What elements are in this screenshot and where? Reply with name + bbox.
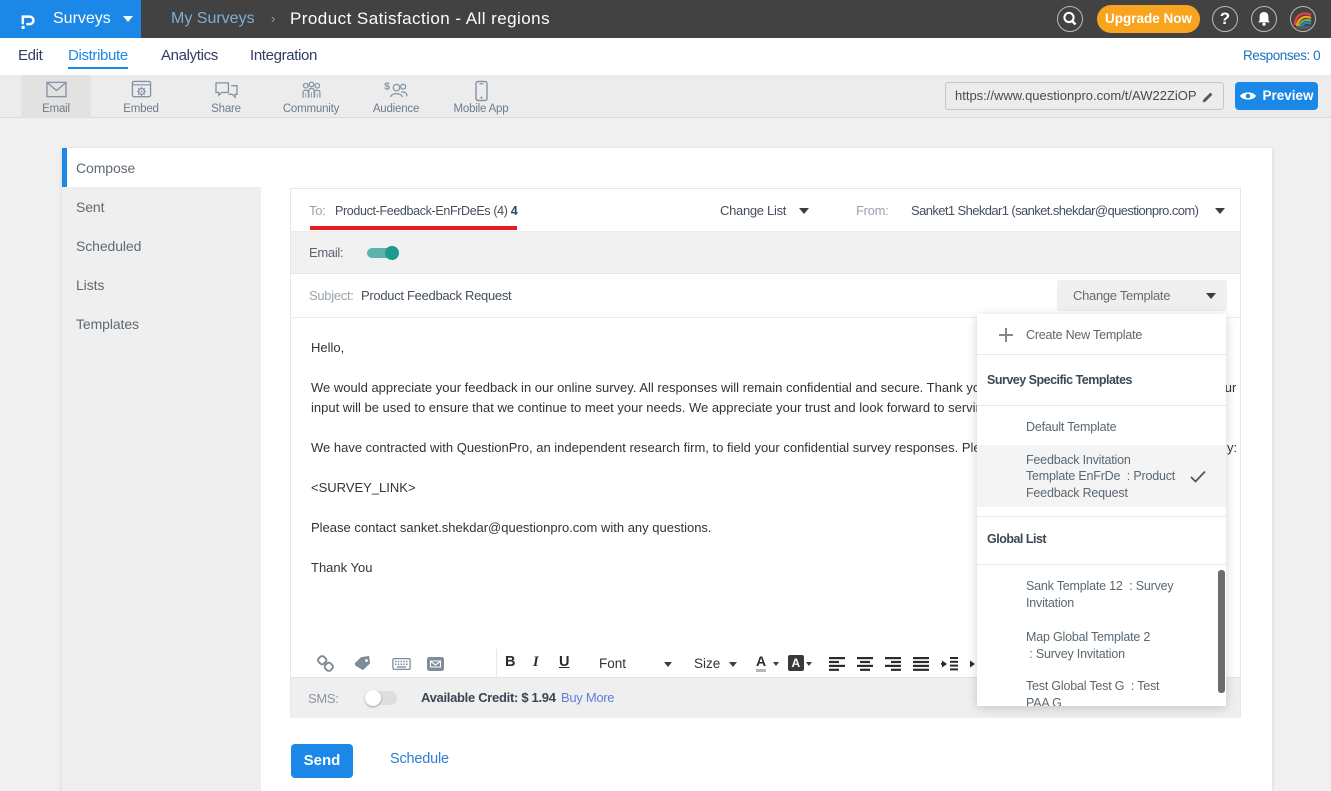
svg-text:$: $ <box>384 81 390 93</box>
